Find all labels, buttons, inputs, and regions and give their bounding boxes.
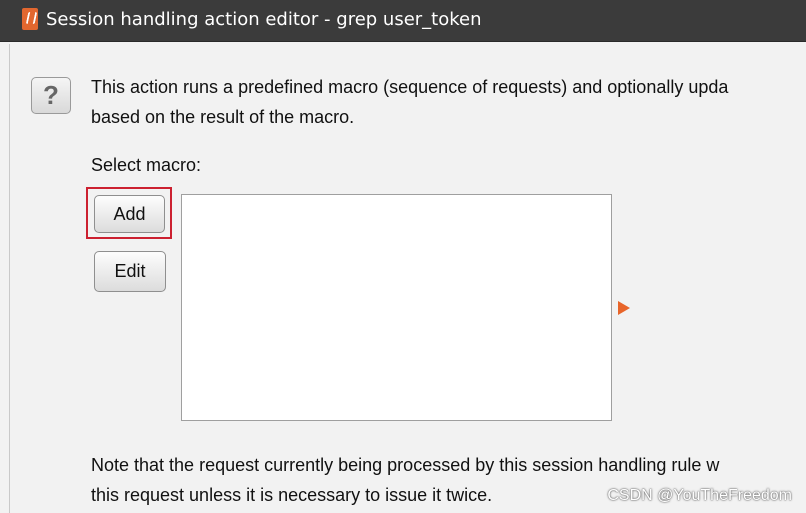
note-line-1: Note that the request currently being pr… — [91, 455, 720, 475]
description-line-1: This action runs a predefined macro (seq… — [91, 77, 729, 97]
expand-arrow-icon[interactable] — [618, 301, 630, 315]
action-description: This action runs a predefined macro (seq… — [91, 72, 806, 132]
help-button[interactable]: ? — [31, 77, 71, 114]
window-title: Session handling action editor - grep us… — [46, 9, 482, 30]
window-titlebar[interactable]: Session handling action editor - grep us… — [0, 0, 806, 42]
description-line-2: based on the result of the macro. — [91, 107, 355, 127]
macro-list[interactable] — [181, 194, 612, 421]
edit-macro-button[interactable]: Edit — [94, 251, 166, 292]
select-macro-label: Select macro: — [91, 155, 202, 175]
panel-border — [9, 44, 10, 513]
add-macro-button[interactable]: Add — [94, 195, 165, 233]
burp-suite-icon — [22, 8, 38, 30]
watermark: CSDN @YouTheFreedom — [607, 487, 792, 504]
